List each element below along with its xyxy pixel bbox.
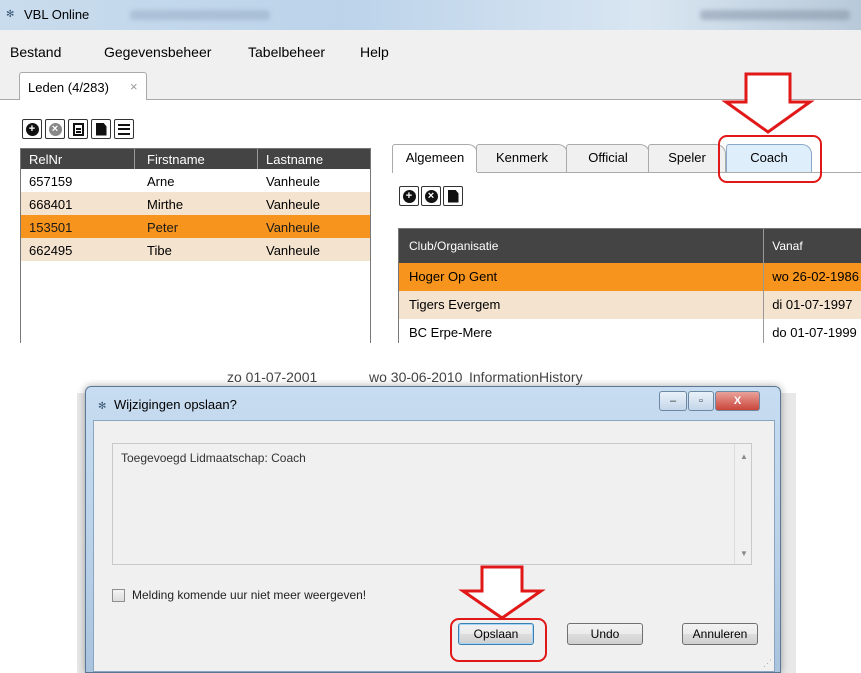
column-header-lastname[interactable]: Lastname	[258, 149, 370, 169]
column-header-firstname[interactable]: Firstname	[135, 149, 258, 169]
dont-show-label: Melding komende uur niet meer weergeven!	[132, 588, 367, 602]
clubs-table-header: Club/Organisatie Vanaf	[399, 229, 861, 263]
title-bar: ✻ VBL Online	[0, 0, 861, 30]
plus-icon: +	[402, 189, 416, 203]
remove-icon: ×	[48, 122, 62, 136]
resize-grip-icon[interactable]: ⋰	[763, 658, 772, 669]
dialog-body: Toegevoegd Lidmaatschap: Coach ▲ ▼ Meldi…	[93, 420, 775, 672]
coach-tab-highlight	[718, 135, 822, 183]
app-icon: ✻	[6, 9, 15, 20]
list-button[interactable]	[114, 119, 134, 139]
column-header-relnr[interactable]: RelNr	[21, 149, 135, 169]
document-button[interactable]	[91, 119, 111, 139]
message-textarea[interactable]: Toegevoegd Lidmaatschap: Coach ▲ ▼	[112, 443, 752, 565]
tab-leden-label: Leden (4/283)	[28, 80, 109, 95]
message-text: Toegevoegd Lidmaatschap: Coach	[121, 451, 306, 465]
cell-firstname: Arne	[147, 174, 175, 189]
background-to: wo 30-06-2010	[369, 369, 463, 385]
table-row-selected[interactable]: 153501 Peter Vanheule	[21, 215, 370, 238]
tab-speler[interactable]: Speler	[648, 144, 726, 172]
form-icon	[72, 122, 84, 136]
cell-relnr: 668401	[29, 197, 73, 212]
cell-lastname: Vanheule	[266, 220, 320, 235]
menu-help[interactable]: Help	[360, 44, 389, 60]
details-button[interactable]	[68, 119, 88, 139]
table-row[interactable]: BC Erpe-Mere do 01-07-1999	[399, 319, 861, 343]
down-arrow-annotation-icon	[458, 565, 546, 620]
tab-leden[interactable]: Leden (4/283) ×	[19, 72, 147, 100]
cancel-button[interactable]: Annuleren	[682, 623, 758, 645]
column-header-vanaf[interactable]: Vanaf	[764, 229, 861, 263]
cell-relnr: 153501	[29, 220, 73, 235]
scroll-up-icon[interactable]: ▲	[740, 452, 748, 461]
cell-club: Hoger Op Gent	[399, 263, 765, 291]
delete-button[interactable]: ×	[45, 119, 65, 139]
document-icon	[95, 122, 107, 136]
cell-lastname: Vanheule	[266, 174, 320, 189]
background-from: zo 01-07-2001	[227, 369, 318, 385]
title-bar-blur	[700, 10, 850, 20]
menu-bar: Bestand Gegevensbeheer Tabelbeheer Help	[0, 38, 861, 62]
dont-show-checkbox[interactable]	[112, 589, 125, 602]
save-button-highlight	[450, 618, 547, 662]
minimize-button[interactable]: –	[659, 391, 687, 411]
cell-relnr: 662495	[29, 243, 73, 258]
tab-kenmerk[interactable]: Kenmerk	[476, 144, 568, 172]
main-window-screenshot: ✻ VBL Online Bestand Gegevensbeheer Tabe…	[0, 0, 861, 343]
members-table-header: RelNr Firstname Lastname	[21, 149, 370, 169]
app-icon: ✻	[98, 401, 107, 412]
table-row[interactable]: Tigers Evergem di 01-07-1997	[399, 291, 861, 319]
add-membership-button[interactable]: +	[399, 186, 419, 206]
down-arrow-annotation-icon	[721, 72, 815, 134]
members-table: RelNr Firstname Lastname 657159 Arne Van…	[20, 148, 371, 343]
cell-vanaf: wo 26-02-1986	[772, 269, 859, 284]
table-row-selected[interactable]: Hoger Op Gent wo 26-02-1986	[399, 263, 861, 291]
add-button[interactable]: +	[22, 119, 42, 139]
menu-gegevensbeheer[interactable]: Gegevensbeheer	[104, 44, 211, 60]
cell-lastname: Vanheule	[266, 243, 320, 258]
save-changes-dialog: ✻ Wijzigingen opslaan? – ▫ X Toegevoegd …	[85, 386, 781, 673]
cell-club: BC Erpe-Mere	[399, 319, 765, 343]
dialog-title: Wijzigingen opslaan?	[114, 397, 237, 412]
window-title: VBL Online	[24, 7, 90, 22]
title-bar-blur	[130, 10, 270, 20]
cell-vanaf: di 01-07-1997	[772, 297, 853, 312]
membership-document-button[interactable]	[443, 186, 463, 206]
tab-official[interactable]: Official	[566, 144, 650, 172]
menu-tabelbeheer[interactable]: Tabelbeheer	[248, 44, 325, 60]
scroll-down-icon[interactable]: ▼	[740, 549, 748, 558]
document-icon	[447, 189, 459, 203]
table-row[interactable]: 662495 Tibe Vanheule	[21, 238, 370, 261]
cell-relnr: 657159	[29, 174, 73, 189]
undo-button[interactable]: Undo	[567, 623, 643, 645]
scrollbar[interactable]: ▲ ▼	[734, 444, 751, 564]
close-button[interactable]: X	[715, 391, 760, 411]
cell-club: Tigers Evergem	[399, 291, 765, 319]
clubs-table: Club/Organisatie Vanaf Hoger Op Gent wo …	[398, 228, 861, 343]
menu-bestand[interactable]: Bestand	[10, 44, 61, 60]
maximize-button[interactable]: ▫	[688, 391, 714, 411]
cell-lastname: Vanheule	[266, 197, 320, 212]
cell-vanaf: do 01-07-1999	[772, 325, 857, 340]
background-type: InformationHistory	[469, 369, 583, 385]
close-icon[interactable]: ×	[130, 79, 138, 94]
cell-firstname: Tibe	[147, 243, 172, 258]
cell-firstname: Peter	[147, 220, 179, 235]
list-icon	[118, 123, 130, 135]
plus-icon: +	[25, 122, 39, 136]
save-dialog-screenshot: zo 01-07-2001 wo 30-06-2010 InformationH…	[77, 363, 796, 673]
table-row[interactable]: 657159 Arne Vanheule	[21, 169, 370, 192]
remove-membership-button[interactable]: ×	[421, 186, 441, 206]
remove-icon: ×	[424, 189, 438, 203]
cell-firstname: Mirthe	[147, 197, 184, 212]
tab-algemeen[interactable]: Algemeen	[392, 144, 478, 173]
table-row[interactable]: 668401 Mirthe Vanheule	[21, 192, 370, 215]
column-header-club[interactable]: Club/Organisatie	[399, 229, 765, 263]
